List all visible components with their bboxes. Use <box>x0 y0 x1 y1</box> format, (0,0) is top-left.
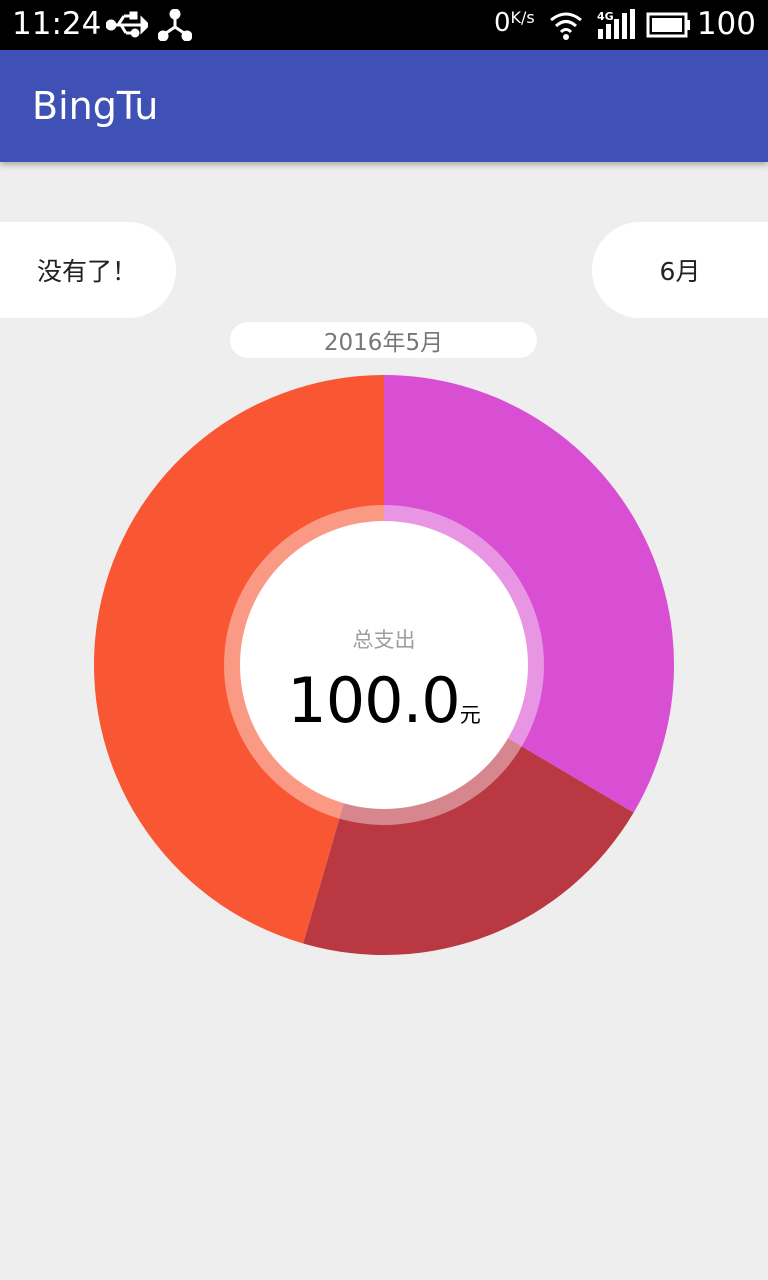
prev-month-button[interactable]: 没有了！ <box>0 222 176 318</box>
total-expense-caption: 总支出 <box>352 628 416 652</box>
prev-month-label: 没有了！ <box>37 257 138 286</box>
total-expense-amount: 100.0 <box>287 664 460 737</box>
total-expense-unit: 元 <box>459 703 481 727</box>
next-month-button[interactable]: 6月 <box>592 222 768 318</box>
total-expense: 100.0元 <box>234 664 534 737</box>
next-month-label: 6月 <box>659 257 701 286</box>
current-month-label: 2016年5月 <box>230 322 537 358</box>
